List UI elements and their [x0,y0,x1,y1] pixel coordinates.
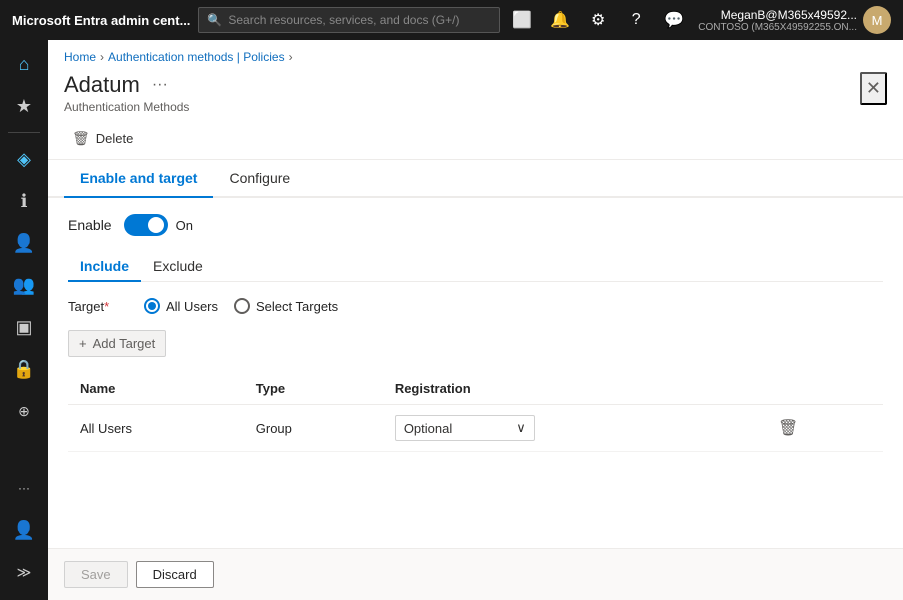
help-icon[interactable]: ? [622,6,650,34]
enable-row: Enable On [68,214,883,236]
sidebar-item-security[interactable]: 🔒 [4,349,44,389]
col-registration: Registration [383,373,762,405]
enable-toggle[interactable] [124,214,168,236]
row-type: Group [244,405,383,452]
main-tabs: Enable and target Configure [48,160,903,198]
breadcrumb-sep1: › [100,50,104,64]
ellipsis-button[interactable]: ··· [148,74,172,96]
sidebar-item-info[interactable]: ℹ [4,181,44,221]
enable-label: Enable [68,217,112,233]
avatar[interactable]: M [863,6,891,34]
settings-icon[interactable]: ⚙ [584,6,612,34]
delete-icon: 🗑 [72,130,90,147]
registration-dropdown[interactable]: Optional ∨ [395,415,535,441]
sub-tab-include[interactable]: Include [68,252,141,282]
sidebar-item-expand[interactable]: ≫ [4,552,44,592]
sidebar-item-users[interactable]: 👤 [4,223,44,263]
add-target-icon: + [79,336,87,351]
panel-subtitle: Authentication Methods [64,100,189,114]
registration-value: Optional [404,421,452,436]
sidebar-item-favorites[interactable]: ★ [4,86,44,126]
discard-button[interactable]: Discard [136,561,214,588]
breadcrumb: Home › Authentication methods | Policies… [48,40,903,68]
targets-table: Name Type Registration All Users Group O… [68,373,883,452]
table-row: All Users Group Optional ∨ 🗑 [68,405,883,452]
footer: Save Discard [48,548,903,600]
add-target-label: Add Target [93,336,156,351]
sidebar-item-more[interactable]: ··· [4,468,44,508]
toggle-state: On [176,218,193,233]
row-delete-icon[interactable]: 🗑 [774,416,802,441]
user-info[interactable]: MeganB@M365x49592... CONTOSO (M365X49592… [698,6,891,34]
radio-all-users-label: All Users [166,299,218,314]
sidebar: ⌂ ★ ◈ ℹ 👤 👥 ▣ 🔒 ⊕ ··· 👤 ≫ [0,40,48,600]
toggle-container: On [124,214,193,236]
toolbar: 🗑 Delete [48,122,903,160]
search-icon: 🔍 [207,13,222,27]
breadcrumb-home[interactable]: Home [64,50,96,64]
portal-icon[interactable]: ⬜ [508,6,536,34]
sidebar-item-compliance[interactable]: ⊕ [4,391,44,431]
main-panel: Home › Authentication methods | Policies… [48,40,903,600]
target-label: Target* [68,299,128,314]
col-actions [762,373,883,405]
chevron-down-icon: ∨ [516,420,526,436]
sidebar-item-groups[interactable]: 👥 [4,265,44,305]
col-type: Type [244,373,383,405]
sidebar-item-apps[interactable]: ▣ [4,307,44,347]
save-button[interactable]: Save [64,561,128,588]
panel-header: Adatum ··· Authentication Methods ✕ [48,68,903,122]
sidebar-item-account[interactable]: 👤 [4,510,44,550]
search-bar[interactable]: 🔍 Search resources, services, and docs (… [198,7,500,33]
sidebar-item-identity[interactable]: ◈ [4,139,44,179]
target-radio-group: All Users Select Targets [144,298,338,314]
sidebar-item-home[interactable]: ⌂ [4,44,44,84]
required-marker: * [104,299,109,314]
user-tenant: CONTOSO (M365X49592255.ON... [698,22,857,33]
radio-select-targets-label: Select Targets [256,299,338,314]
close-button[interactable]: ✕ [860,72,887,105]
delete-label: Delete [96,131,134,146]
user-name: MeganB@M365x49592... [698,8,857,22]
panel-title-text: Adatum [64,72,140,98]
radio-select-targets-circle [234,298,250,314]
notification-icon[interactable]: 🔔 [546,6,574,34]
radio-select-targets[interactable]: Select Targets [234,298,338,314]
tab-configure[interactable]: Configure [213,160,306,198]
sub-tabs: Include Exclude [68,252,883,282]
delete-button[interactable]: 🗑 Delete [64,126,141,151]
radio-all-users-circle [144,298,160,314]
row-registration: Optional ∨ [383,405,762,452]
feedback-icon[interactable]: 💬 [660,6,688,34]
add-target-button[interactable]: + Add Target [68,330,166,357]
breadcrumb-link1[interactable]: Authentication methods | Policies [108,50,285,64]
app-title: Microsoft Entra admin cent... [12,13,190,28]
tab-content: Enable On Include Exclude Target* [48,198,903,548]
breadcrumb-sep2: › [289,50,293,64]
row-name: All Users [68,405,244,452]
search-placeholder: Search resources, services, and docs (G+… [228,13,459,27]
target-row: Target* All Users Select Targets [68,298,883,314]
sub-tab-exclude[interactable]: Exclude [141,252,215,282]
radio-all-users[interactable]: All Users [144,298,218,314]
row-actions: 🗑 [762,405,883,452]
col-name: Name [68,373,244,405]
tab-enable-target[interactable]: Enable and target [64,160,213,198]
